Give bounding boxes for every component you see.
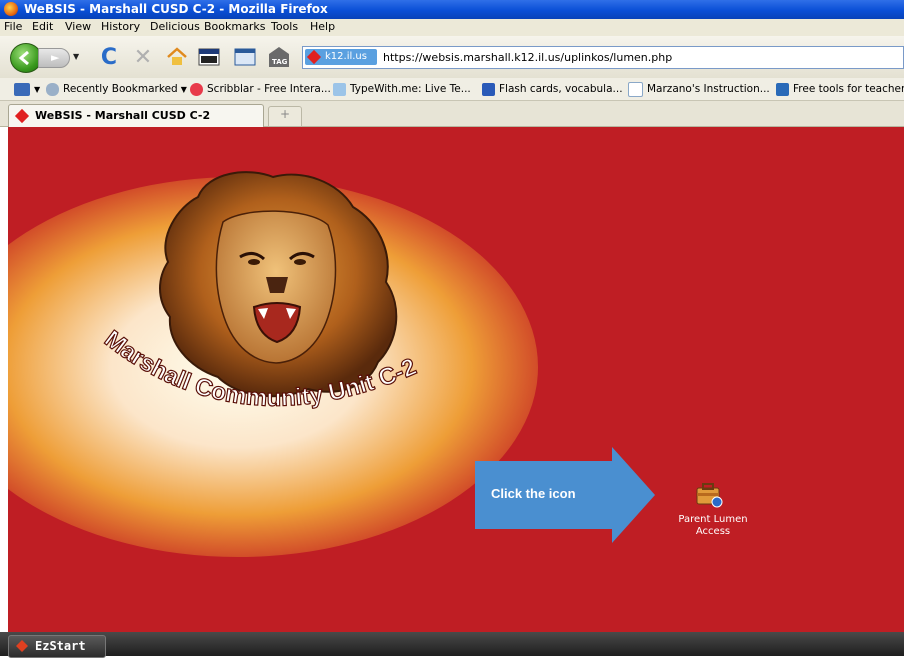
menu-view[interactable]: View <box>65 20 91 33</box>
taskbar: EzStart <box>0 632 904 658</box>
page-icon <box>628 81 643 97</box>
menu-bar: File Edit View History Delicious Bookmar… <box>0 19 904 36</box>
site-favicon <box>306 49 322 65</box>
url-text[interactable]: https://websis.marshall.k12.il.us/uplink… <box>383 51 672 64</box>
firefox-icon <box>4 2 18 16</box>
window-title: WeBSIS - Marshall CUSD C-2 - Mozilla Fir… <box>24 2 328 16</box>
stop-icon: ✕ <box>133 44 153 70</box>
bookmark-scribblar[interactable]: Scribblar - Free Intera... <box>190 81 331 97</box>
bookmark-label: Free tools for teachers... <box>793 83 904 95</box>
navigation-toolbar: ► ▼ C ✕ TAG k12.il.us https://websis.mar… <box>0 36 904 78</box>
icon-label-line-1: Parent Lumen <box>678 514 748 525</box>
menu-help[interactable]: Help <box>310 20 335 33</box>
home-button[interactable] <box>164 45 190 69</box>
scribblar-icon <box>190 82 203 96</box>
menu-delicious[interactable]: Delicious <box>150 20 200 33</box>
menu-history[interactable]: History <box>101 20 140 33</box>
menu-edit[interactable]: Edit <box>32 20 53 33</box>
site-identity-button[interactable]: k12.il.us <box>305 49 377 65</box>
ezstart-label: EzStart <box>35 639 86 653</box>
tag-label: TAG <box>272 58 288 66</box>
tag-button[interactable]: TAG <box>266 45 292 69</box>
bookmark-marzano[interactable]: Marzano's Instruction... <box>628 81 770 97</box>
bookmark-recently-bookmarked[interactable]: Recently Bookmarked ▼ <box>46 81 187 97</box>
history-dropdown[interactable]: ▼ <box>73 52 79 61</box>
bookmark-label: Recently Bookmarked <box>63 83 178 95</box>
parent-lumen-access-icon[interactable] <box>694 479 724 509</box>
window-icon <box>198 48 220 66</box>
tab-websis[interactable]: WeBSIS - Marshall CUSD C-2 <box>8 104 264 127</box>
sidebar-button[interactable] <box>232 45 258 69</box>
page-content: Marshall Community Unit C-2 Click the ic… <box>8 127 904 632</box>
forward-button[interactable]: ► <box>38 48 70 68</box>
bookmark-label: Marzano's Instruction... <box>647 83 770 95</box>
smart-bookmark-icon <box>46 82 59 96</box>
menu-file[interactable]: File <box>4 20 22 33</box>
reload-icon: C <box>100 44 118 70</box>
bookmark-typewithme[interactable]: TypeWith.me: Live Te... <box>333 81 471 97</box>
bookmarks-icon <box>14 82 30 96</box>
tag-icon: TAG <box>269 47 289 67</box>
forward-arrow-icon: ► <box>51 51 60 64</box>
bookmarks-toolbar: ▼ Recently Bookmarked ▼ Scribblar - Free … <box>0 78 904 101</box>
menu-bookmarks[interactable]: Bookmarks <box>204 20 265 33</box>
back-arrow-icon <box>18 51 29 65</box>
tab-favicon <box>14 108 30 124</box>
screenshot-button[interactable] <box>196 45 222 69</box>
bookmark-menu-button[interactable]: ▼ <box>14 81 40 97</box>
reload-button[interactable]: C <box>96 44 122 70</box>
bookmark-label: Flash cards, vocabula... <box>499 83 623 95</box>
bookmark-label: Scribblar - Free Intera... <box>207 83 331 95</box>
panel-icon <box>234 48 256 66</box>
parent-lumen-access-label[interactable]: Parent Lumen Access <box>668 514 758 538</box>
home-icon <box>167 47 187 65</box>
bookmark-flashcards[interactable]: Flash cards, vocabula... <box>482 81 623 97</box>
bookmark-label: TypeWith.me: Live Te... <box>350 83 471 95</box>
bookmark-free-tools[interactable]: Free tools for teachers... <box>776 81 904 97</box>
stop-button[interactable]: ✕ <box>130 44 156 70</box>
tab-label: WeBSIS - Marshall CUSD C-2 <box>35 109 211 122</box>
free-tools-icon <box>776 82 789 96</box>
new-tab-button[interactable]: + <box>268 106 302 127</box>
arrow-text: Click the icon <box>491 486 576 501</box>
window-titlebar: WeBSIS - Marshall CUSD C-2 - Mozilla Fir… <box>0 0 904 19</box>
quizlet-icon <box>482 82 495 96</box>
briefcase-icon <box>696 483 723 508</box>
tab-bar: WeBSIS - Marshall CUSD C-2 + <box>0 101 904 127</box>
site-domain: k12.il.us <box>325 51 367 62</box>
ezstart-button[interactable]: EzStart <box>8 635 106 658</box>
icon-label-line-2: Access <box>695 526 731 537</box>
menu-tools[interactable]: Tools <box>271 20 298 33</box>
lion-logo: Marshall Community Unit C-2 <box>99 171 421 412</box>
typewithme-icon <box>333 82 346 96</box>
ezstart-icon <box>16 640 28 652</box>
url-bar[interactable]: k12.il.us https://websis.marshall.k12.il… <box>302 46 904 69</box>
